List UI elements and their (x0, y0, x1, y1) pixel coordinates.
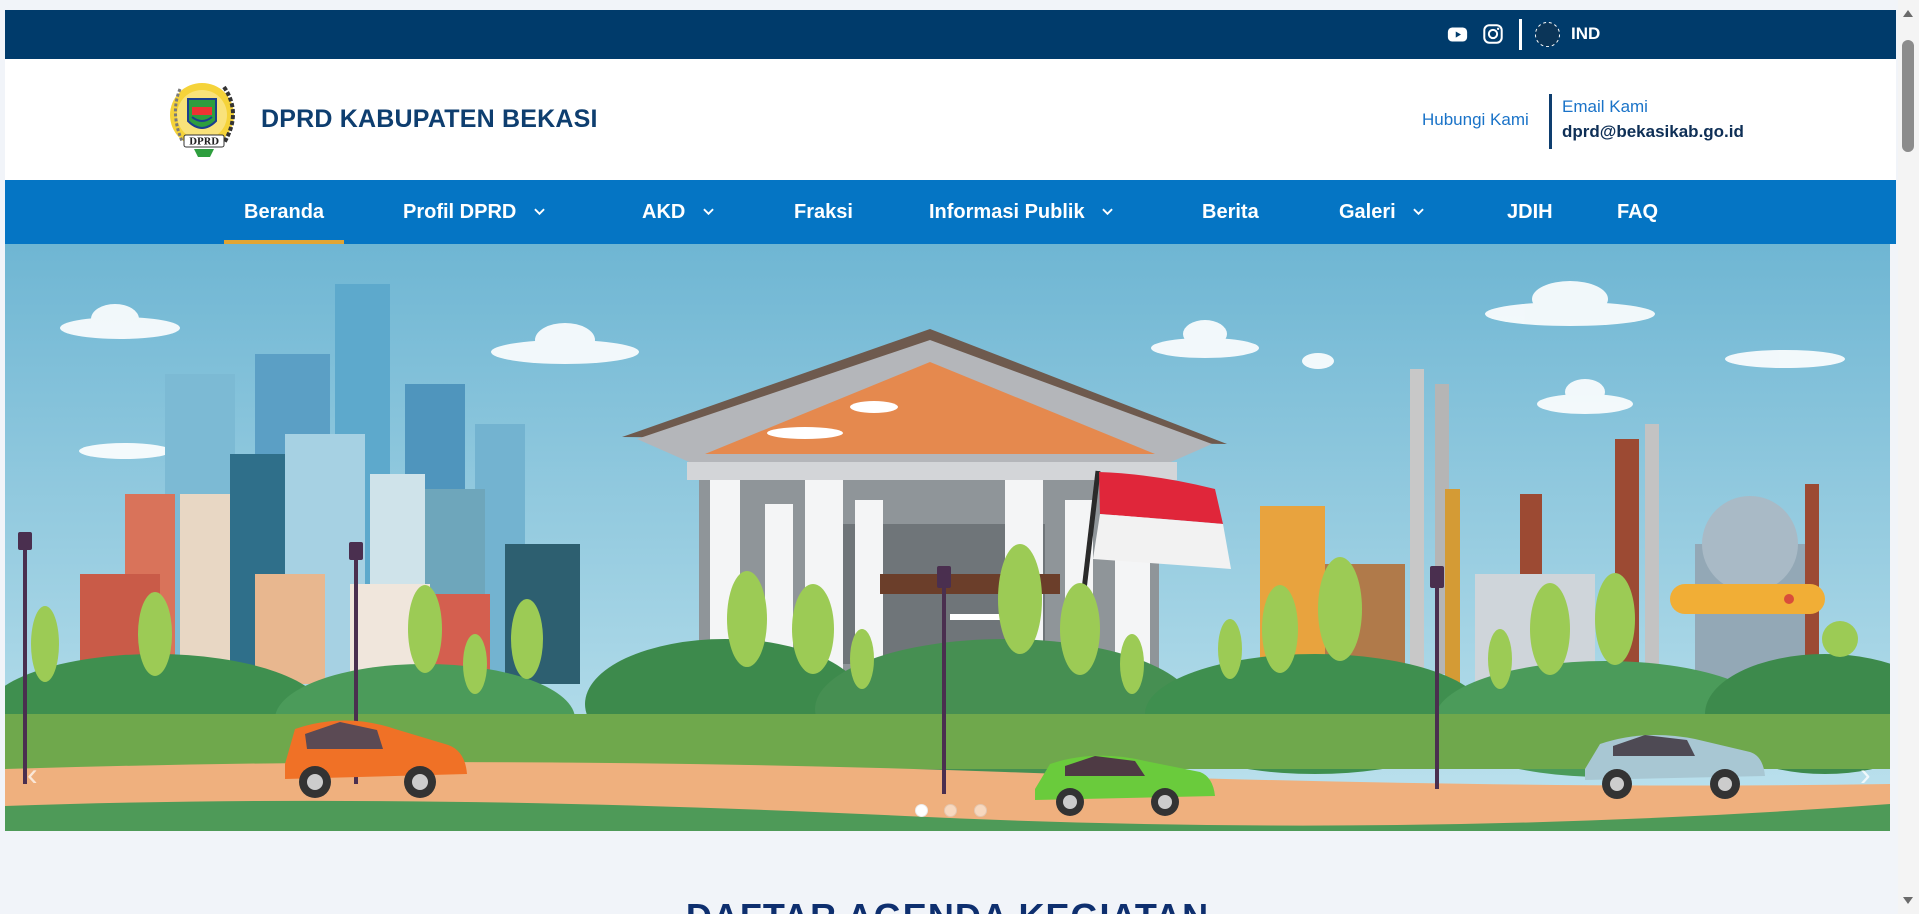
carousel-prev-icon[interactable]: ‹ (27, 756, 38, 793)
email-address[interactable]: dprd@bekasikab.go.id (1562, 122, 1744, 142)
nav-item-berita[interactable]: Berita (1202, 180, 1259, 244)
carousel-dot[interactable] (974, 804, 987, 817)
chevron-down-icon (534, 208, 545, 216)
page-frame: IND DPRD DPRD KABUPATEN BEKASI Hubungi K… (5, 10, 1896, 914)
nav-item-label: AKD (642, 201, 686, 223)
chevron-down-icon (703, 208, 714, 216)
nav-item-label: Fraksi (794, 201, 853, 223)
contact-divider (1549, 94, 1552, 149)
nav-item-label: Beranda (244, 201, 325, 223)
youtube-icon[interactable] (1447, 24, 1468, 45)
scroll-down-icon[interactable] (1903, 897, 1913, 904)
carousel-dot[interactable] (944, 804, 957, 817)
nav-item-fraksi[interactable]: Fraksi (794, 180, 853, 244)
carousel-next-icon[interactable]: › (1860, 756, 1871, 793)
nav-item-akd[interactable]: AKD (642, 180, 714, 244)
nav-item-label: Profil DPRD (403, 201, 517, 223)
nav-item-beranda[interactable]: Beranda (224, 180, 345, 244)
hero-illustration (5, 244, 1890, 831)
section-title: DAFTAR AGENDA KEGIATAN (5, 896, 1890, 914)
chevron-down-icon (1102, 208, 1113, 216)
language-globe-icon[interactable] (1534, 21, 1561, 48)
instagram-icon[interactable] (1482, 23, 1504, 45)
dprd-logo[interactable]: DPRD (166, 77, 244, 161)
site-title[interactable]: DPRD KABUPATEN BEKASI (261, 105, 598, 134)
nav-item-informasi-publik[interactable]: Informasi Publik (929, 180, 1113, 244)
nav-item-profil-dprd[interactable]: Profil DPRD (403, 180, 545, 244)
contact-us-link[interactable]: Hubungi Kami (1422, 110, 1529, 130)
scrollbar-thumb[interactable] (1902, 40, 1914, 152)
email-label: Email Kami (1562, 97, 1648, 116)
nav-item-label: Berita (1202, 201, 1259, 223)
nav-item-label: Galeri (1339, 201, 1396, 223)
topbar-divider (1519, 19, 1522, 50)
nav-item-label: JDIH (1507, 201, 1553, 223)
nav-item-jdih[interactable]: JDIH (1507, 180, 1553, 244)
hero-carousel[interactable]: ‹ › (5, 244, 1890, 831)
chevron-down-icon (1413, 208, 1424, 216)
nav-item-faq[interactable]: FAQ (1617, 180, 1658, 244)
scroll-up-icon[interactable] (1903, 10, 1913, 17)
svg-text:DPRD: DPRD (189, 138, 219, 148)
site-header: DPRD DPRD KABUPATEN BEKASI Hubungi Kami … (5, 59, 1896, 190)
language-selector[interactable]: IND (1571, 24, 1600, 44)
nav-item-galeri[interactable]: Galeri (1339, 180, 1424, 244)
main-navigation: Beranda Profil DPRD AKD Fraksi Informasi… (5, 180, 1896, 244)
page-scrollbar[interactable] (1898, 0, 1919, 914)
nav-item-label: Informasi Publik (929, 201, 1085, 223)
carousel-dot[interactable] (915, 804, 928, 817)
top-bar: IND (5, 10, 1896, 59)
nav-item-label: FAQ (1617, 201, 1659, 223)
